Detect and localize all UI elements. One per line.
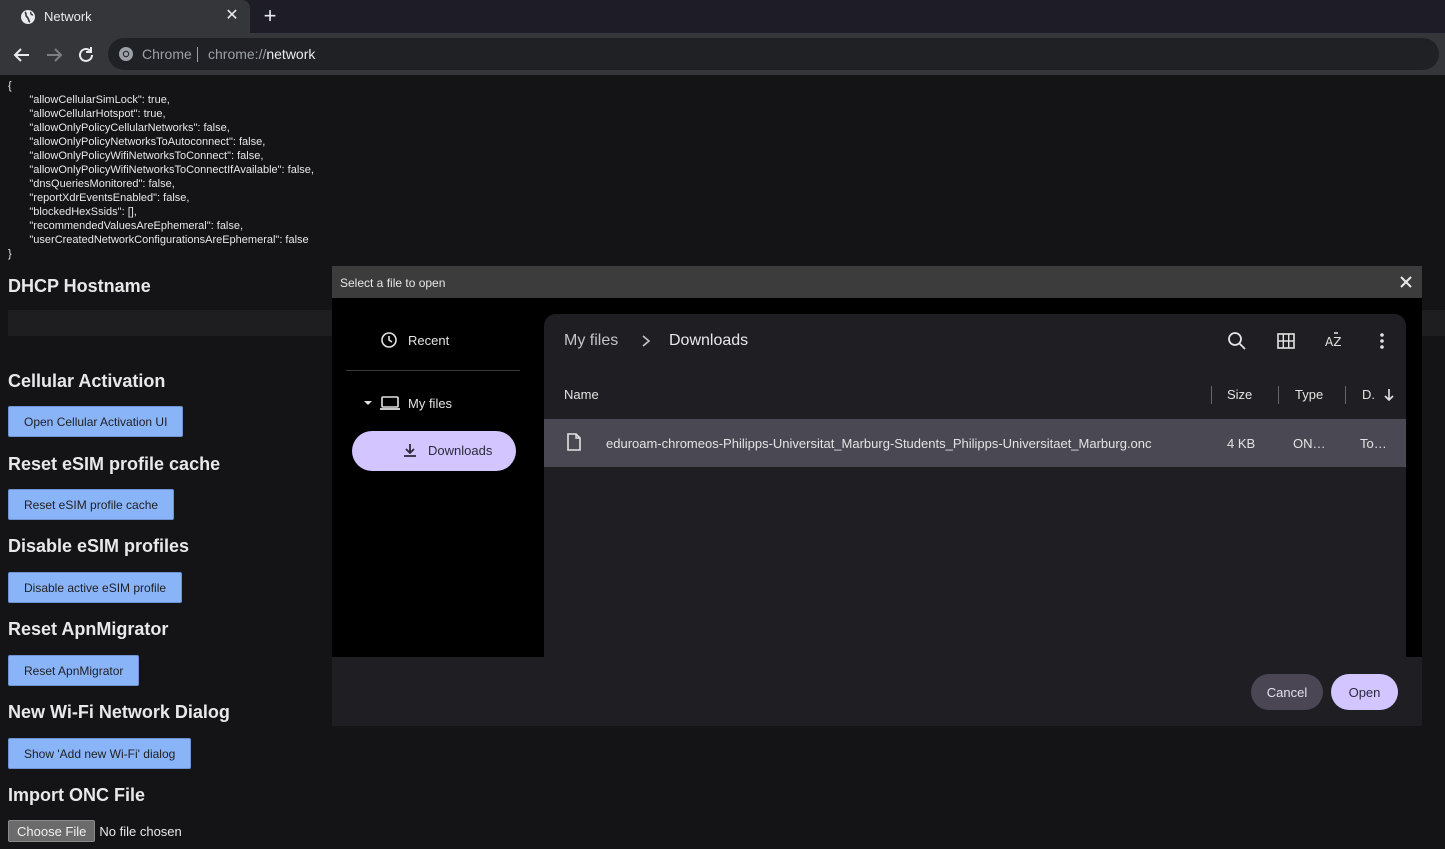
open-button[interactable]: Open (1331, 674, 1398, 710)
omnibox[interactable]: Chrome chrome://network (108, 38, 1439, 70)
dialog-footer: Cancel Open (332, 657, 1422, 726)
back-arrow-icon[interactable] (9, 42, 35, 68)
esim-cache-heading: Reset eSIM profile cache (8, 454, 221, 474)
column-divider[interactable] (1278, 386, 1279, 404)
file-name: eduroam-chromeos-Philipps-Universitat_Ma… (606, 436, 1152, 451)
nav-item-downloads[interactable]: Downloads (352, 431, 516, 471)
clock-icon (381, 332, 397, 348)
file-row[interactable]: eduroam-chromeos-Philipps-Universitat_Ma… (544, 419, 1406, 467)
dialog-titlebar: Select a file to open (332, 266, 1422, 298)
column-header-date[interactable]: D. (1362, 387, 1375, 402)
tab-title: Network (44, 9, 92, 24)
add-wifi-button[interactable]: Show 'Add new Wi-Fi' dialog (8, 738, 192, 769)
url-prefix: chrome:// (208, 46, 267, 62)
nav-downloads-label: Downloads (428, 443, 493, 458)
file-size: 4 KB (1227, 436, 1256, 451)
svg-text:AZ: AZ (1325, 335, 1341, 349)
breadcrumb-my-files[interactable]: My files (564, 332, 618, 350)
download-icon (404, 444, 416, 457)
file-icon (567, 433, 581, 451)
omnibox-scheme-label: Chrome (142, 46, 192, 62)
nav-divider (346, 370, 520, 371)
cellular-heading: Cellular Activation (8, 371, 166, 391)
column-header-name[interactable]: Name (564, 387, 599, 402)
apn-heading: Reset ApnMigrator (8, 619, 169, 639)
chrome-logo-icon (119, 47, 133, 61)
reset-esim-cache-button[interactable]: Reset eSIM profile cache (8, 489, 175, 520)
omnibox-url: chrome://network (208, 46, 315, 62)
omnibox-divider (197, 47, 198, 62)
more-vert-icon[interactable] (1372, 331, 1392, 351)
disable-esim-button[interactable]: Disable active eSIM profile (8, 572, 183, 603)
dhcp-heading: DHCP Hostname (8, 276, 151, 296)
file-type: ON… (1293, 436, 1326, 451)
file-list-panel: My files Downloads AZ Name Size Type D. (544, 314, 1406, 657)
onc-heading: Import ONC File (8, 785, 146, 805)
breadcrumb-downloads: Downloads (669, 332, 749, 349)
tab-network[interactable]: Network ✕ (0, 0, 250, 33)
column-divider[interactable] (1345, 386, 1346, 404)
sort-az-icon[interactable]: AZ (1324, 331, 1344, 351)
policy-json: { "allowCellularSimLock": true, "allowCe… (8, 80, 314, 260)
file-picker-dialog: Select a file to open Recent My files Do… (332, 266, 1422, 726)
url-host: network (266, 46, 316, 62)
cancel-button[interactable]: Cancel (1251, 674, 1323, 710)
sort-descending-arrow-icon[interactable] (1382, 388, 1396, 402)
disable-esim-heading: Disable eSIM profiles (8, 536, 190, 556)
column-header-size[interactable]: Size (1227, 387, 1252, 402)
new-tab-icon[interactable]: + (259, 5, 281, 27)
file-date: To… (1360, 436, 1387, 451)
dialog-title: Select a file to open (340, 276, 446, 290)
nav-my-files-label: My files (408, 395, 453, 411)
nav-item-recent[interactable]: Recent (380, 328, 449, 352)
column-divider[interactable] (1211, 386, 1212, 404)
close-tab-icon[interactable]: ✕ (224, 8, 240, 24)
tab-strip: Network ✕ + (0, 0, 1445, 33)
grid-view-icon[interactable] (1276, 331, 1296, 351)
nav-item-my-files[interactable]: My files (362, 392, 452, 414)
choose-file-button[interactable]: Choose File (8, 820, 96, 842)
onc-file-input: Choose File No file chosen (8, 820, 182, 842)
search-icon[interactable] (1227, 331, 1247, 351)
expand-triangle-icon[interactable] (362, 397, 374, 409)
reset-apn-button[interactable]: Reset ApnMigrator (8, 655, 140, 686)
globe-icon (21, 10, 35, 24)
chevron-right-icon (642, 335, 651, 347)
no-file-label: No file chosen (99, 823, 182, 839)
reload-icon[interactable] (73, 42, 99, 68)
laptop-icon (380, 396, 400, 410)
close-icon[interactable] (1396, 272, 1416, 292)
nav-recent-label: Recent (408, 332, 450, 348)
wifi-heading: New Wi-Fi Network Dialog (8, 702, 230, 722)
column-header-type[interactable]: Type (1295, 387, 1323, 402)
open-cellular-activation-button[interactable]: Open Cellular Activation UI (8, 406, 184, 437)
forward-arrow-icon[interactable] (41, 42, 67, 68)
